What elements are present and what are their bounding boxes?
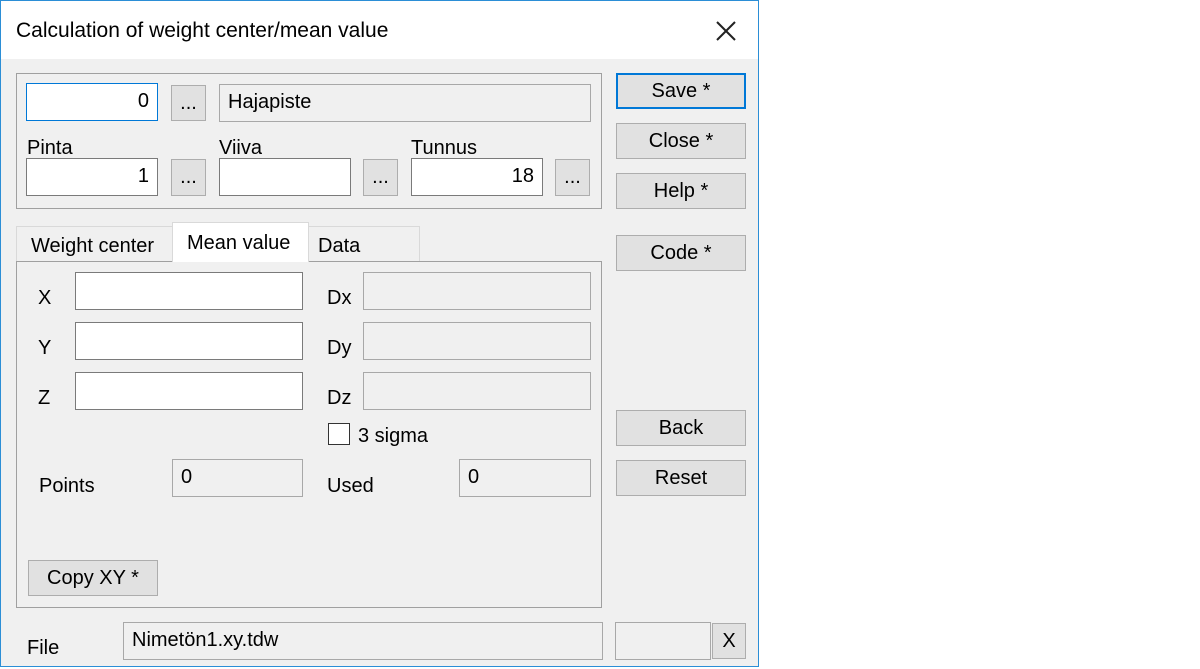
- points-label: Points: [39, 475, 95, 497]
- mean-value-panel: [16, 261, 602, 608]
- file-label: File: [27, 637, 60, 659]
- dx-label: Dx: [327, 287, 352, 309]
- tab-mean-value[interactable]: Mean value: [172, 222, 309, 262]
- tab-data[interactable]: Data: [308, 226, 420, 261]
- viiva-label: Viiva: [219, 137, 262, 159]
- code-button[interactable]: Code *: [616, 235, 746, 271]
- pinta-input[interactable]: 1: [26, 158, 158, 196]
- tab-weight-center[interactable]: Weight center: [16, 226, 173, 261]
- window-title: Calculation of weight center/mean value: [16, 19, 389, 42]
- tunnus-browse-button[interactable]: ...: [555, 159, 590, 196]
- pinta-browse-button[interactable]: ...: [171, 159, 206, 196]
- title-bar: Calculation of weight center/mean value: [1, 1, 758, 59]
- help-button[interactable]: Help *: [616, 173, 746, 209]
- dy-field: [363, 322, 591, 360]
- y-label: Y: [38, 337, 52, 359]
- file-path-field: Nimetön1.xy.tdw: [123, 622, 603, 660]
- back-button[interactable]: Back: [616, 410, 746, 446]
- pinta-label: Pinta: [27, 137, 73, 159]
- dz-field: [363, 372, 591, 410]
- used-field: 0: [459, 459, 591, 497]
- dialog-window: Calculation of weight center/mean value …: [0, 0, 759, 667]
- tunnus-label: Tunnus: [411, 137, 477, 159]
- dz-label: Dz: [327, 387, 352, 409]
- three-sigma-label: 3 sigma: [358, 425, 429, 447]
- z-label: Z: [38, 387, 51, 409]
- y-input[interactable]: [75, 322, 303, 360]
- close-button[interactable]: Close *: [616, 123, 746, 159]
- save-button[interactable]: Save *: [616, 73, 746, 109]
- code-number-input[interactable]: 0: [26, 83, 158, 121]
- x-input[interactable]: [75, 272, 303, 310]
- file-extra-field: [615, 622, 711, 660]
- close-icon[interactable]: [707, 13, 743, 49]
- used-label: Used: [327, 475, 374, 497]
- x-label: X: [38, 287, 52, 309]
- code-name-field: Hajapiste: [219, 84, 591, 122]
- file-clear-button[interactable]: X: [712, 623, 746, 659]
- z-input[interactable]: [75, 372, 303, 410]
- points-field: 0: [172, 459, 303, 497]
- dx-field: [363, 272, 591, 310]
- dy-label: Dy: [327, 337, 352, 359]
- viiva-input[interactable]: [219, 158, 351, 196]
- three-sigma-checkbox[interactable]: [328, 423, 350, 445]
- copy-xy-button[interactable]: Copy XY *: [28, 560, 158, 596]
- viiva-browse-button[interactable]: ...: [363, 159, 398, 196]
- reset-button[interactable]: Reset: [616, 460, 746, 496]
- code-browse-button[interactable]: ...: [171, 85, 206, 121]
- tunnus-input[interactable]: 18: [411, 158, 543, 196]
